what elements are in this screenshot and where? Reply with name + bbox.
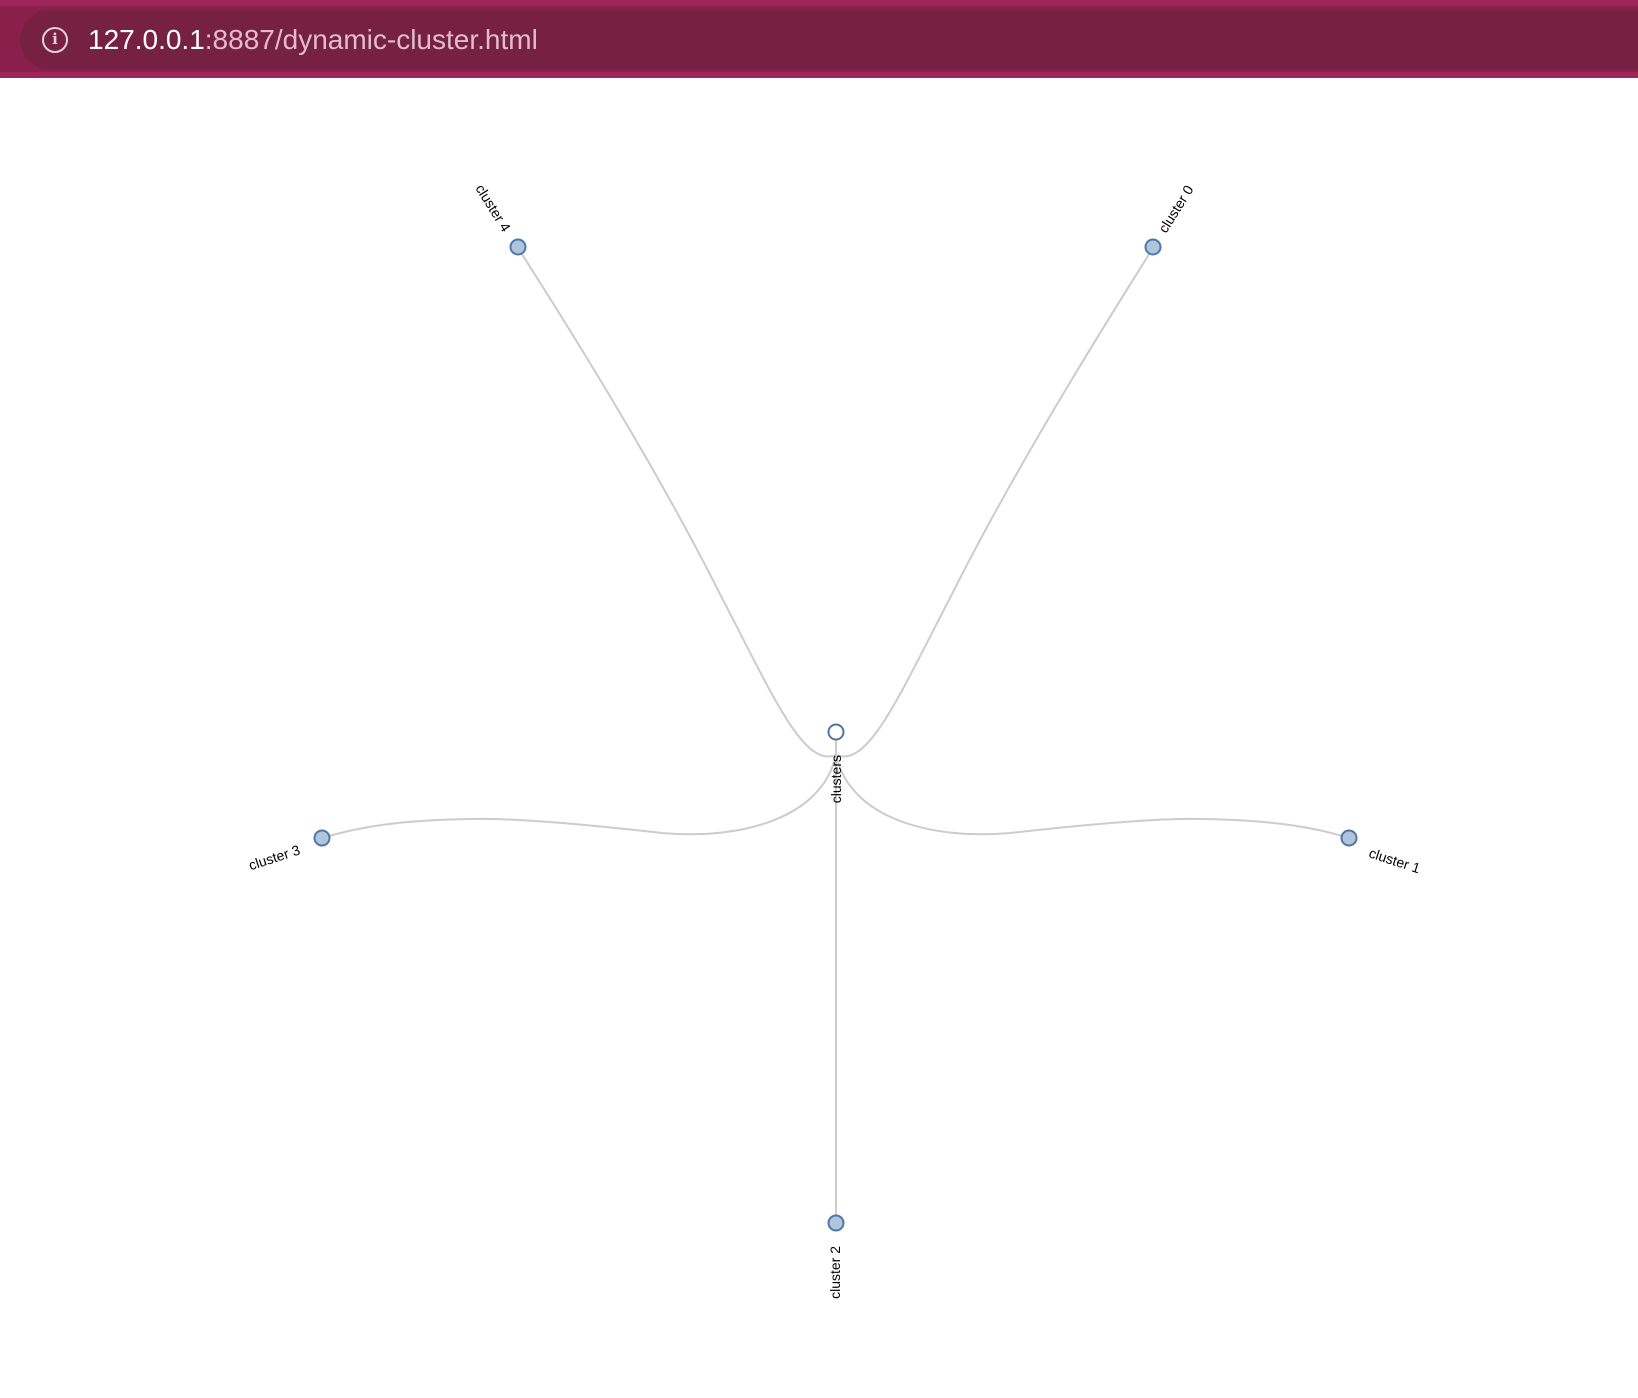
node-label: clusters: [828, 755, 844, 803]
node-label: cluster 0: [1155, 182, 1197, 236]
node-cluster-0[interactable]: cluster 0: [1144, 182, 1197, 256]
node-circle[interactable]: [1144, 238, 1162, 256]
browser-toolbar: i 127.0.0.1:8887/dynamic-cluster.html: [0, 0, 1638, 78]
node-cluster-2[interactable]: cluster 2: [827, 1214, 845, 1299]
url-host: 127.0.0.1: [88, 24, 205, 55]
link-cluster-3: [321, 754, 837, 839]
node-circle[interactable]: [313, 829, 331, 847]
link-cluster-0: [835, 247, 1154, 758]
url-text[interactable]: 127.0.0.1:8887/dynamic-cluster.html: [88, 23, 538, 57]
node-label: cluster 2: [827, 1246, 843, 1299]
node-circle[interactable]: [827, 1214, 845, 1232]
node-circle[interactable]: [1340, 829, 1358, 847]
node-label: cluster 1: [1367, 845, 1422, 877]
node-cluster-4[interactable]: cluster 4: [472, 181, 527, 256]
node-cluster-3[interactable]: cluster 3: [247, 829, 331, 874]
link-cluster-1: [835, 754, 1350, 839]
node-label: cluster 3: [247, 842, 302, 874]
link-cluster-4: [517, 247, 837, 758]
node-cluster-1[interactable]: cluster 1: [1340, 829, 1423, 877]
node-circle[interactable]: [827, 723, 845, 741]
address-bar[interactable]: i 127.0.0.1:8887/dynamic-cluster.html: [20, 10, 1638, 70]
url-path: :8887/dynamic-cluster.html: [204, 24, 538, 55]
node-label: cluster 4: [472, 181, 514, 235]
node-circle[interactable]: [509, 238, 527, 256]
radial-tree-graph: cluster 0 cluster 1 cluster 2 cluster 3 …: [247, 181, 1423, 1299]
node-root-clusters[interactable]: clusters: [827, 723, 845, 804]
info-icon[interactable]: i: [42, 27, 68, 53]
